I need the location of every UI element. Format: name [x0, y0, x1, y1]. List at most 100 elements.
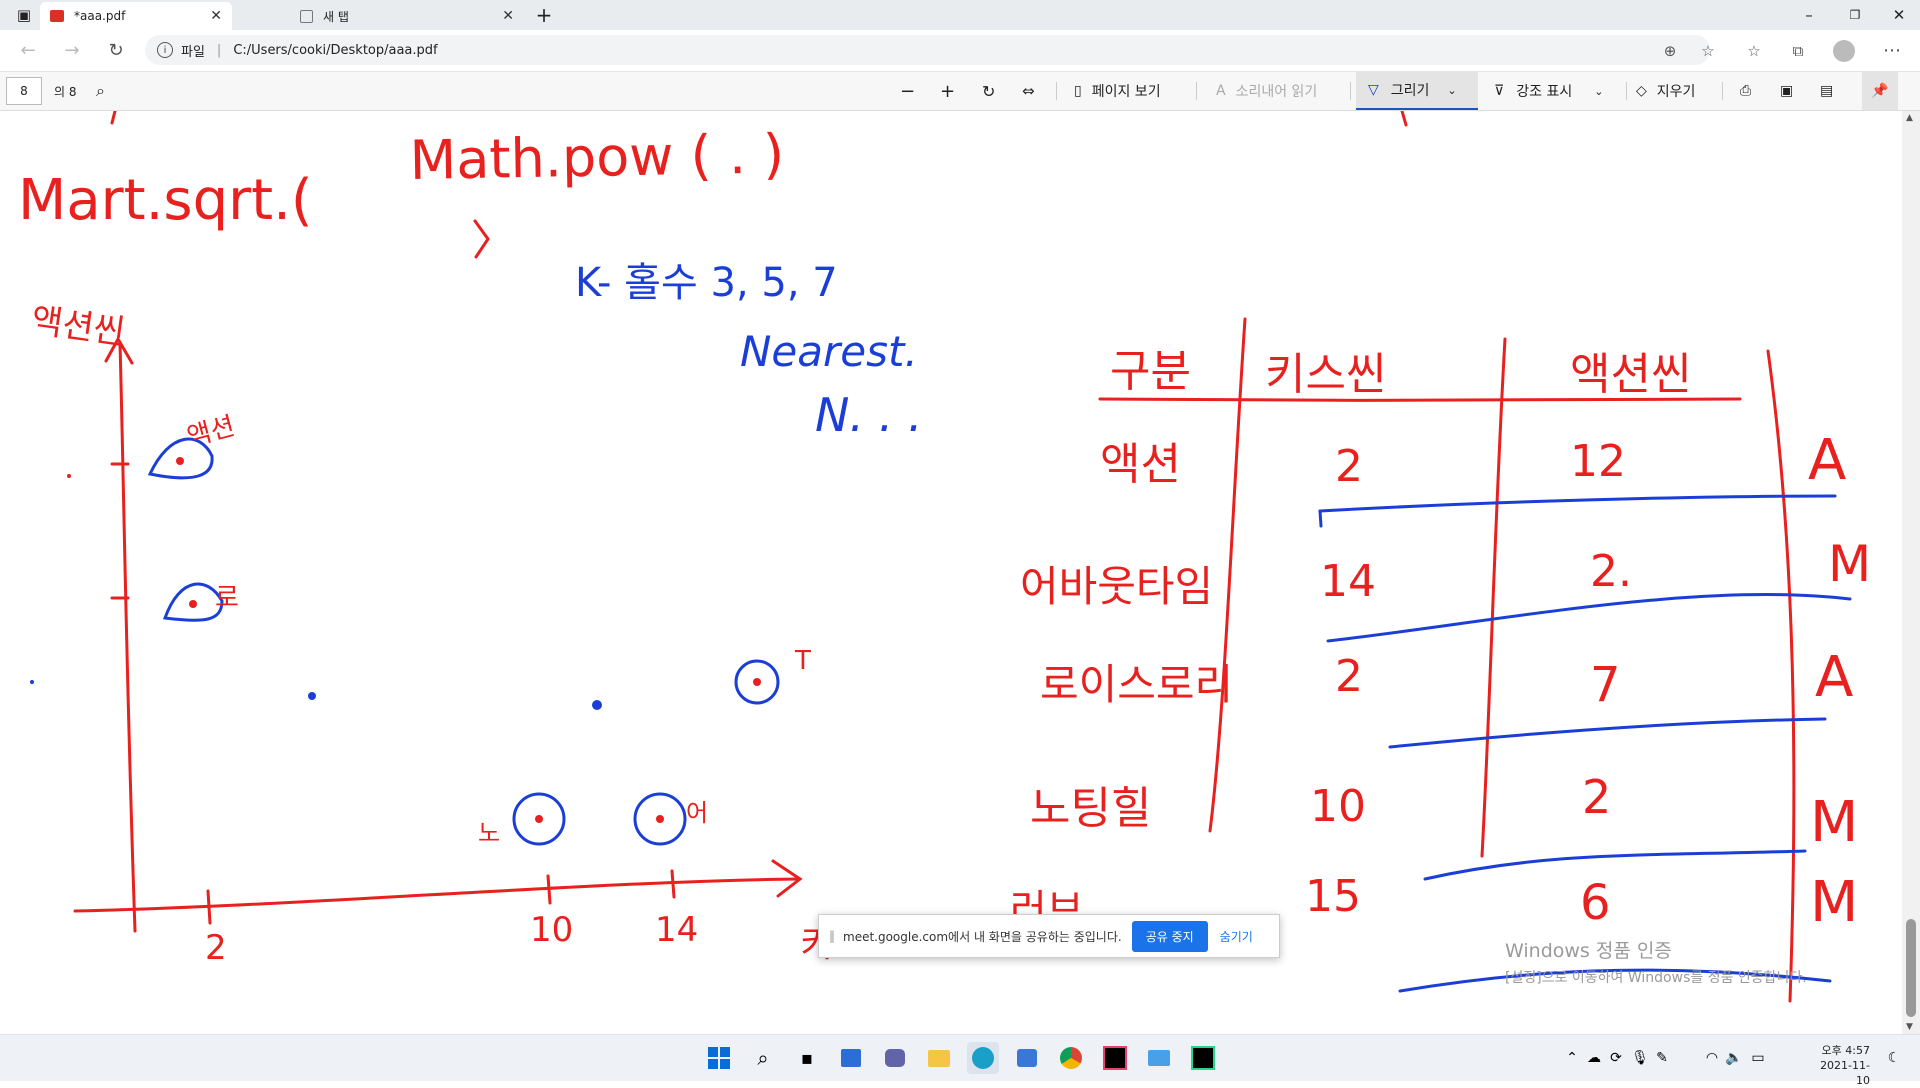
row-kiss: 2: [1335, 441, 1363, 492]
highlight-button[interactable]: ⊽ 강조 표시 ⌄: [1494, 72, 1603, 110]
scroll-down-icon[interactable]: ▼: [1906, 1022, 1913, 1032]
highlight-icon: ⊽: [1494, 83, 1505, 99]
row-action: 2.: [1590, 546, 1632, 597]
pen-icon[interactable]: ✎: [1646, 1042, 1678, 1074]
battery-icon[interactable]: ▭: [1742, 1042, 1774, 1074]
watermark-title: Windows 정품 인증: [1505, 940, 1672, 962]
table-row: 액션 2 12 A: [1100, 428, 1846, 493]
chrome-icon[interactable]: [1055, 1042, 1087, 1074]
pin-icon[interactable]: 📌: [1862, 72, 1898, 110]
read-aloud-label: 소리내어 읽기: [1235, 84, 1318, 100]
refresh-icon[interactable]: ↻: [100, 30, 132, 71]
avatar[interactable]: [1830, 30, 1858, 71]
store-icon[interactable]: [1011, 1042, 1043, 1074]
row-class: A: [1808, 428, 1846, 493]
x-tick-2: 2: [205, 928, 227, 968]
row-name: 어바웃타임: [1020, 562, 1213, 611]
taskbar: ⌕ ▪ ⌃ ☁ ⟳ 🎙 ✎ ◠ 🔈 ▭ 오후 4:57 2021-11-10 ☾: [0, 1034, 1920, 1087]
pdf-page: Math.pow ( . ) Mart.sqrt.( K- 홀수 3, 5, 7…: [0, 111, 1902, 1034]
fit-page-icon[interactable]: ⇔: [1022, 72, 1035, 110]
divider: |: [216, 42, 222, 58]
collections-icon[interactable]: ⧉: [1784, 30, 1812, 71]
save-as-icon[interactable]: ▤: [1820, 72, 1833, 110]
restore-icon[interactable]: ❐: [1832, 0, 1878, 30]
y-axis-label: 액션씬: [29, 300, 127, 353]
row-name: 노팅힐: [1030, 783, 1151, 834]
close-icon[interactable]: ✕: [502, 8, 514, 24]
chevron-down-icon[interactable]: ⌄: [1594, 85, 1603, 98]
start-icon[interactable]: [703, 1042, 735, 1074]
new-tab-button[interactable]: +: [530, 0, 558, 30]
hide-button[interactable]: 숨기기: [1220, 928, 1253, 945]
draw-button[interactable]: ▽ 그리기 ⌄: [1356, 72, 1478, 110]
row-action: 12: [1570, 436, 1626, 487]
favorites-icon[interactable]: ☆: [1740, 30, 1768, 71]
window-close-icon[interactable]: ✕: [1878, 0, 1920, 30]
favorite-add-icon[interactable]: ☆: [1694, 30, 1722, 71]
point-romance-label: 로: [215, 583, 239, 613]
scroll-thumb[interactable]: [1906, 919, 1916, 1017]
new-tab-icon: [300, 9, 313, 23]
point-14-label: 어: [686, 799, 708, 827]
handwriting-canvas: Math.pow ( . ) Mart.sqrt.( K- 홀수 3, 5, 7…: [18, 111, 1871, 1003]
row-class: M: [1810, 790, 1858, 855]
info-icon: i: [157, 42, 173, 58]
row-class: M: [1828, 535, 1871, 593]
page-number-input[interactable]: 8: [6, 77, 42, 105]
search-icon[interactable]: ⌕: [747, 1042, 779, 1074]
widgets-icon[interactable]: [835, 1042, 867, 1074]
minimize-icon[interactable]: –: [1786, 0, 1832, 30]
row-action: 7: [1590, 657, 1621, 713]
stop-sharing-button[interactable]: 공유 중지: [1131, 920, 1208, 952]
drag-handle-icon[interactable]: ‖: [829, 929, 835, 943]
search-icon[interactable]: ⌕: [96, 72, 105, 110]
back-icon[interactable]: ←: [12, 30, 44, 71]
vertical-scrollbar[interactable]: ▲ ▼: [1902, 111, 1920, 1034]
tab-new[interactable]: 새 탭 ✕: [290, 2, 524, 30]
more-icon[interactable]: ⋯: [1878, 30, 1906, 71]
draw-label: 그리기: [1390, 83, 1430, 99]
table-header-category: 구분: [1110, 346, 1191, 397]
zoom-out-icon[interactable]: −: [900, 72, 915, 110]
row-action: 2: [1582, 770, 1611, 824]
row-kiss: 15: [1305, 871, 1361, 922]
remote-desktop-icon[interactable]: [1143, 1042, 1175, 1074]
table-header-action: 액션씬: [1570, 349, 1691, 400]
forward-icon[interactable]: →: [56, 30, 88, 71]
zoom-icon[interactable]: ⊕: [1656, 30, 1684, 71]
eraser-icon: ◇: [1636, 83, 1647, 99]
edge-icon[interactable]: [967, 1042, 999, 1074]
note-nearest: Nearest.: [740, 327, 918, 376]
table-row: 로이스로리 2 7 A: [1040, 645, 1853, 713]
file-explorer-icon[interactable]: [923, 1042, 955, 1074]
task-view-icon[interactable]: ▪: [791, 1042, 823, 1074]
page-view-label: 페이지 보기: [1091, 84, 1161, 100]
table-row: 노팅힐 10 2 M: [1030, 770, 1858, 855]
page-total: 의 8: [54, 84, 77, 99]
close-icon[interactable]: ✕: [210, 8, 222, 24]
notifications-icon[interactable]: ☾: [1878, 1042, 1910, 1074]
intellij-icon[interactable]: [1099, 1042, 1131, 1074]
rotate-icon[interactable]: ↻: [982, 72, 995, 110]
scroll-up-icon[interactable]: ▲: [1906, 113, 1913, 123]
teams-chat-icon[interactable]: [879, 1042, 911, 1074]
clock[interactable]: 오후 4:57 2021-11-10: [1810, 1043, 1870, 1088]
page-view-button[interactable]: ▯ 페이지 보기: [1074, 72, 1161, 110]
x-tick-14: 14: [655, 910, 698, 950]
tab-aaa-pdf[interactable]: *aaa.pdf ✕: [40, 2, 232, 30]
row-name: 액션: [1100, 439, 1181, 490]
chevron-down-icon[interactable]: ⌄: [1447, 84, 1456, 97]
read-aloud-icon: A: [1216, 83, 1226, 99]
webstorm-icon[interactable]: [1187, 1042, 1219, 1074]
clock-date: 2021-11-10: [1820, 1059, 1870, 1087]
tab-actions-icon[interactable]: ▣: [8, 0, 40, 30]
url-field[interactable]: i 파일 | C:/Users/cooki/Desktop/aaa.pdf: [145, 35, 1710, 65]
zoom-in-icon[interactable]: +: [940, 72, 955, 110]
erase-button[interactable]: ◇ 지우기: [1636, 72, 1695, 110]
tab-label: 새 탭: [323, 9, 349, 24]
save-icon[interactable]: ▣: [1780, 72, 1793, 110]
row-kiss: 10: [1310, 781, 1366, 832]
note-k-odd: K- 홀수 3, 5, 7: [575, 260, 838, 306]
print-icon[interactable]: ⎙: [1740, 72, 1751, 110]
read-aloud-button[interactable]: A 소리내어 읽기: [1216, 72, 1317, 110]
